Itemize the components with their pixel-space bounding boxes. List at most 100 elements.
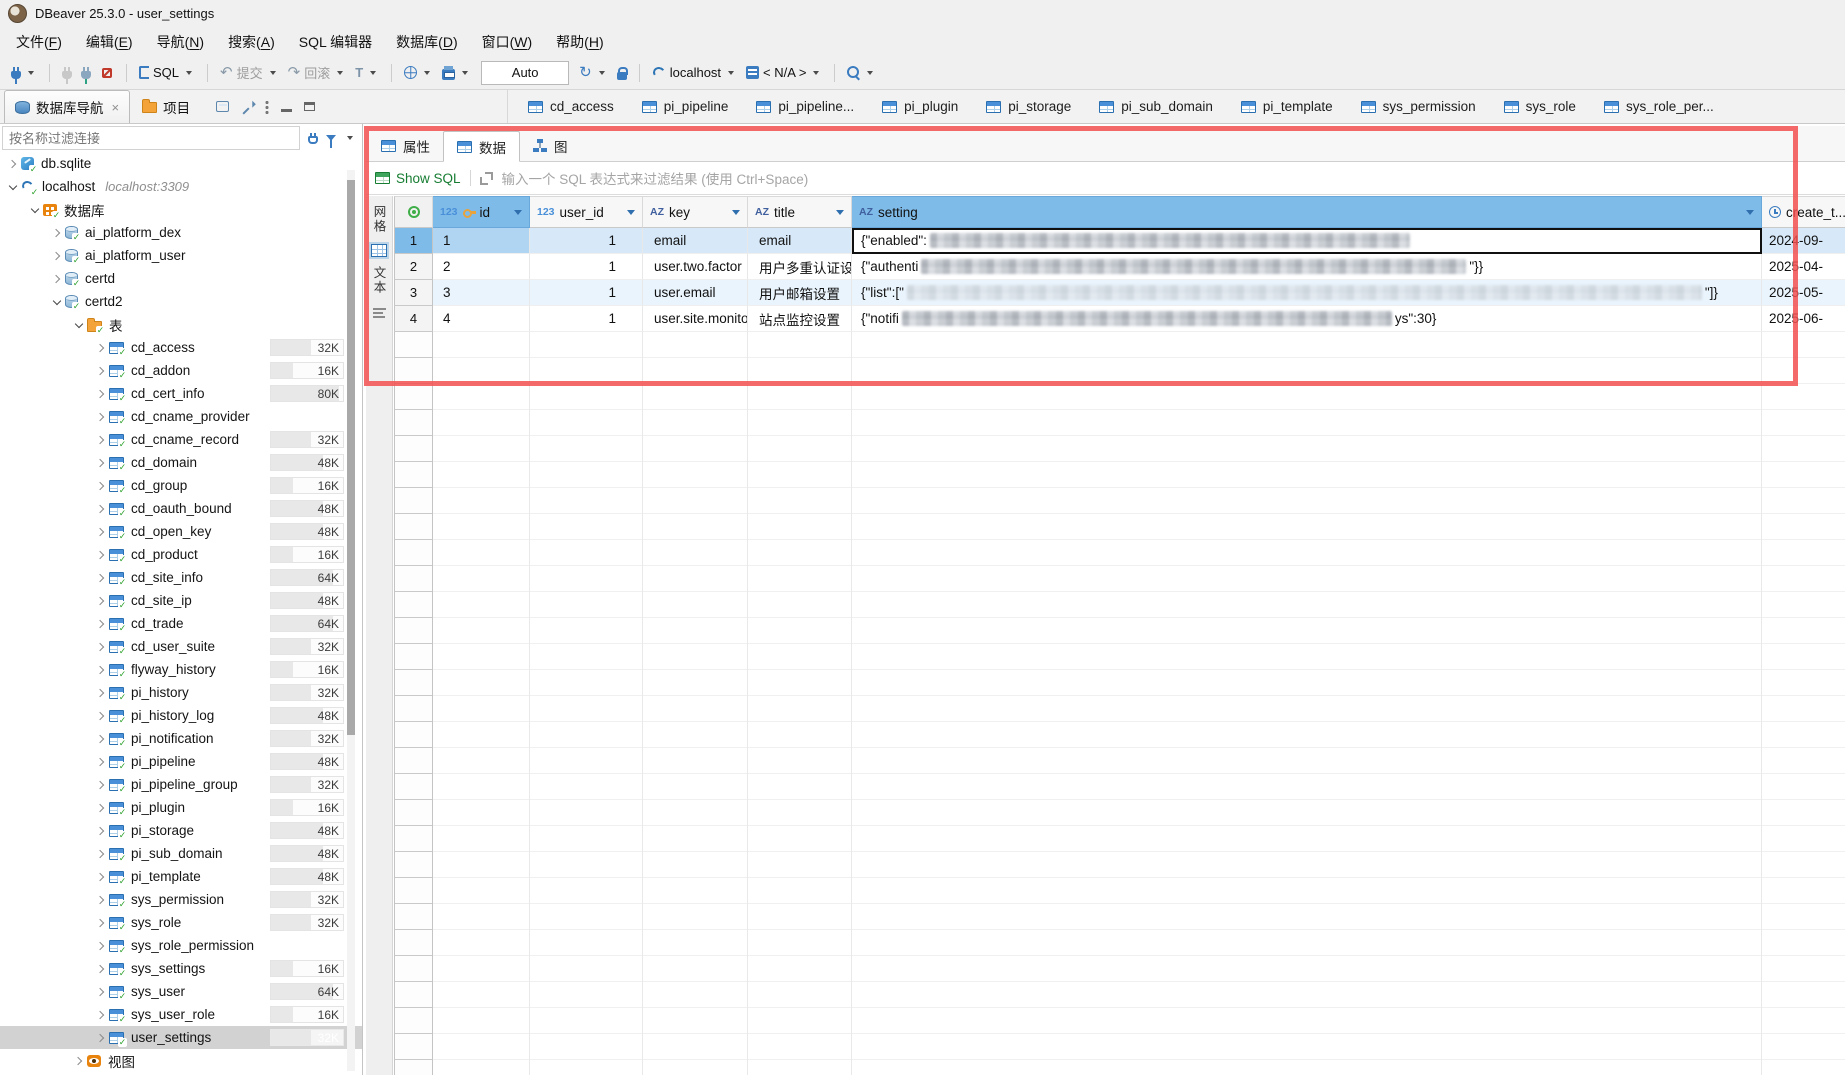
tree-item[interactable]: pi_template 48K — [0, 865, 362, 888]
tree-item[interactable]: cd_open_key 48K — [0, 520, 362, 543]
column-dropdown-icon[interactable] — [1746, 210, 1754, 215]
table-row[interactable]: 2 2 1 user.two.factor 用户多重认证设置 {"authent… — [394, 254, 1845, 280]
tree-item[interactable]: certd2 — [0, 290, 362, 313]
tree-item[interactable]: cd_group 16K — [0, 474, 362, 497]
cell-title[interactable]: 站点监控设置 — [748, 306, 852, 332]
text-presentation-icon[interactable] — [373, 307, 386, 320]
connect-button[interactable] — [8, 63, 40, 82]
row-number-cell[interactable]: 4 — [394, 306, 433, 332]
connection-filter-input[interactable] — [2, 126, 300, 150]
tree-item[interactable]: db.sqlite — [0, 152, 362, 175]
tab-data[interactable]: 数据 — [443, 131, 520, 162]
tree-item[interactable]: pi_plugin 16K — [0, 796, 362, 819]
tree-item[interactable]: cd_domain 48K — [0, 451, 362, 474]
expander-icon[interactable] — [92, 865, 109, 888]
expander-icon[interactable] — [92, 612, 109, 635]
expander-icon[interactable] — [92, 796, 109, 819]
sql-editor-button[interactable]: SQL — [136, 62, 198, 83]
tree-item[interactable]: cd_addon 16K — [0, 359, 362, 382]
cell-id[interactable]: 1 — [433, 228, 530, 254]
cell-id[interactable]: 4 — [433, 306, 530, 332]
expander-icon[interactable] — [92, 681, 109, 704]
tree-item[interactable]: ai_platform_dex — [0, 221, 362, 244]
editor-tab[interactable]: pi_plugin — [868, 90, 972, 123]
cell-key[interactable]: user.site.monitor — [643, 306, 748, 332]
menu-item[interactable]: 数据库(D) — [384, 29, 469, 55]
filter-icon[interactable] — [326, 135, 336, 141]
tree-item[interactable]: sys_role_permission — [0, 934, 362, 957]
expander-icon[interactable] — [92, 543, 109, 566]
text-presentation-label[interactable]: 文本 — [370, 266, 389, 295]
cell-user-id[interactable]: 1 — [530, 280, 643, 306]
column-header-create-time[interactable]: create_t... — [1762, 196, 1845, 228]
expander-icon[interactable] — [92, 750, 109, 773]
tree-item[interactable]: cd_cname_record 32K — [0, 428, 362, 451]
cell-key[interactable]: email — [643, 228, 748, 254]
cell-key[interactable]: user.two.factor — [643, 254, 748, 280]
tree-item[interactable]: sys_user_role 16K — [0, 1003, 362, 1026]
tree-item[interactable]: cd_user_suite 32K — [0, 635, 362, 658]
expander-icon[interactable] — [92, 819, 109, 842]
expander-icon[interactable] — [92, 888, 109, 911]
editor-tab[interactable]: pi_pipeline... — [742, 90, 868, 123]
tab-projects[interactable]: 项目 — [132, 90, 200, 123]
expander-icon[interactable] — [92, 474, 109, 497]
cell-user-id[interactable]: 1 — [530, 306, 643, 332]
editor-tab[interactable]: cd_access — [514, 90, 628, 123]
editor-tab[interactable]: pi_sub_domain — [1085, 90, 1227, 123]
tree-item[interactable]: ai_platform_user — [0, 244, 362, 267]
editor-tab[interactable]: sys_permission — [1347, 90, 1490, 123]
expander-icon[interactable] — [70, 313, 87, 336]
expander-icon[interactable] — [48, 244, 65, 267]
expander-icon[interactable] — [92, 497, 109, 520]
row-number-cell[interactable]: 3 — [394, 280, 433, 306]
disconnect-all-button[interactable] — [97, 63, 117, 83]
minimize-icon[interactable] — [281, 109, 292, 112]
expander-icon[interactable] — [92, 980, 109, 1003]
tree-item[interactable]: cd_cert_info 80K — [0, 382, 362, 405]
close-icon[interactable]: × — [112, 100, 120, 115]
tree-item[interactable]: pi_pipeline_group 32K — [0, 773, 362, 796]
globe-button[interactable] — [401, 63, 436, 82]
disconnect-button[interactable] — [59, 63, 75, 82]
column-dropdown-icon[interactable] — [627, 210, 635, 215]
column-header-key[interactable]: AZ key — [643, 196, 748, 228]
tree-item[interactable]: sys_user 64K — [0, 980, 362, 1003]
column-header-user-id[interactable]: 123 user_id — [530, 196, 643, 228]
expander-icon[interactable] — [92, 589, 109, 612]
cell-title[interactable]: 用户邮箱设置 — [748, 280, 852, 306]
expander-icon[interactable] — [92, 382, 109, 405]
tree-item[interactable]: pi_sub_domain 48K — [0, 842, 362, 865]
table-row[interactable]: 4 4 1 user.site.monitor 站点监控设置 {"notifiy… — [394, 306, 1845, 332]
expander-icon[interactable] — [92, 842, 109, 865]
expander-icon[interactable] — [92, 1003, 109, 1026]
auto-commit-select[interactable]: Auto — [481, 61, 569, 85]
expander-icon[interactable] — [92, 520, 109, 543]
print-button[interactable] — [439, 63, 474, 83]
expander-icon[interactable] — [26, 198, 43, 221]
cell-setting[interactable]: {"enabled": — [852, 228, 1762, 254]
menu-item[interactable]: SQL 编辑器 — [287, 29, 384, 55]
expander-icon[interactable] — [92, 934, 109, 957]
show-sql-button[interactable]: Show SQL — [375, 171, 461, 186]
new-connection-icon[interactable] — [308, 136, 318, 144]
console-icon[interactable] — [216, 101, 229, 112]
chevron-down-icon[interactable] — [347, 136, 353, 140]
expander-icon[interactable] — [48, 267, 65, 290]
transaction-filter-button[interactable]: T — [352, 63, 382, 82]
expander-icon[interactable] — [48, 221, 65, 244]
cell-setting[interactable]: {"list":[""]} — [852, 280, 1762, 306]
cell-id[interactable]: 2 — [433, 254, 530, 280]
menu-item[interactable]: 编辑(E) — [74, 29, 145, 55]
commit-button[interactable]: ↶提交 — [217, 60, 282, 85]
column-dropdown-icon[interactable] — [732, 210, 740, 215]
tree-item[interactable]: pi_history 32K — [0, 681, 362, 704]
tab-diagram[interactable]: 图 — [520, 130, 581, 161]
tree-item[interactable]: sys_role 32K — [0, 911, 362, 934]
cell-key[interactable]: user.email — [643, 280, 748, 306]
database-selector[interactable]: < N/A > — [743, 62, 825, 83]
table-row[interactable]: 1 1 1 email email {"enabled": 2024-09- — [394, 228, 1845, 254]
row-number-cell[interactable]: 1 — [394, 228, 433, 254]
tree-item[interactable]: cd_site_ip 48K — [0, 589, 362, 612]
expander-icon[interactable] — [92, 359, 109, 382]
